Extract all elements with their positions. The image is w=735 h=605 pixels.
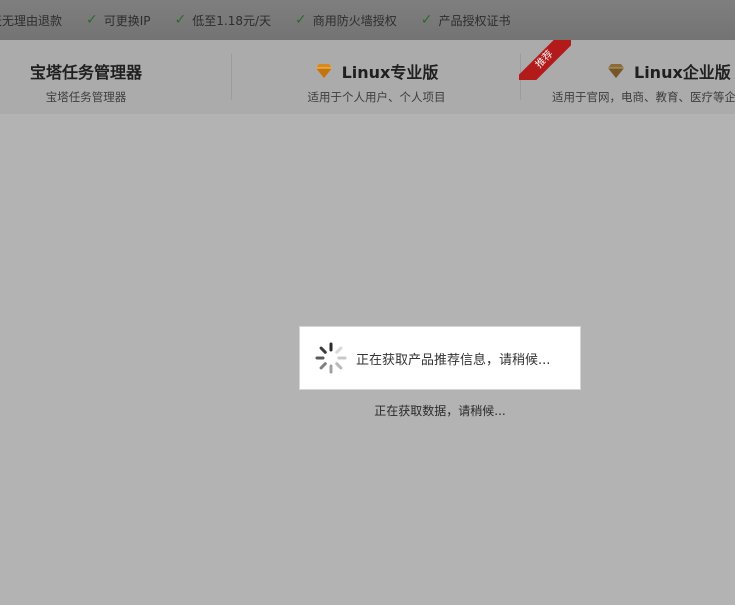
feature-ip: ✓ 可更换IP: [86, 12, 151, 28]
product-title: Linux企业版: [634, 63, 731, 82]
loading-spinner-icon: [315, 342, 347, 374]
check-icon: ✓: [86, 12, 98, 28]
divider: [231, 54, 232, 100]
product-title: 宝塔任务管理器: [29, 63, 142, 82]
feature-price: ✓ 低至1.18元/天: [174, 12, 272, 28]
feature-certificate: ✓ 产品授权证书: [420, 12, 511, 28]
feature-bar: 天无理由退款 ✓ 可更换IP ✓ 低至1.18元/天 ✓ 商用防火墙授权 ✓ 产…: [0, 0, 735, 40]
check-icon: ✓: [174, 12, 187, 28]
recommend-badge: 推荐: [519, 40, 571, 80]
loading-message: 正在获取产品推荐信息，请稍候...: [356, 352, 551, 368]
product-task-manager[interactable]: 宝塔任务管理器 宝塔任务管理器: [0, 40, 172, 114]
check-icon: ✓: [295, 12, 307, 28]
recommend-badge-label: 推荐: [519, 40, 571, 80]
loading-status: 正在获取数据，请稍候...: [374, 404, 506, 418]
product-linux-pro[interactable]: Linux专业版 适用于个人用户、个人项目: [262, 40, 491, 114]
product-tabs: 宝塔任务管理器 宝塔任务管理器 Linux专业版 适用于个人用户、个人项目 Li…: [0, 40, 735, 114]
product-title: Linux专业版: [341, 63, 439, 82]
loading-dialog: 正在获取产品推荐信息，请稍候...: [299, 326, 581, 390]
gem-icon: [315, 64, 332, 78]
product-subtitle: 适用于个人用户、个人项目: [307, 90, 446, 104]
feature-refund: 天无理由退款: [0, 13, 63, 28]
gem-icon: [608, 64, 624, 78]
product-subtitle: 适用于官网，电商、教育、医疗等企: [552, 90, 735, 104]
feature-firewall: ✓ 商用防火墙授权: [295, 12, 397, 28]
product-subtitle: 宝塔任务管理器: [45, 90, 127, 104]
check-icon: ✓: [420, 12, 433, 28]
product-linux-enterprise[interactable]: Linux企业版 适用于官网，电商、教育、医疗等企: [551, 40, 735, 114]
